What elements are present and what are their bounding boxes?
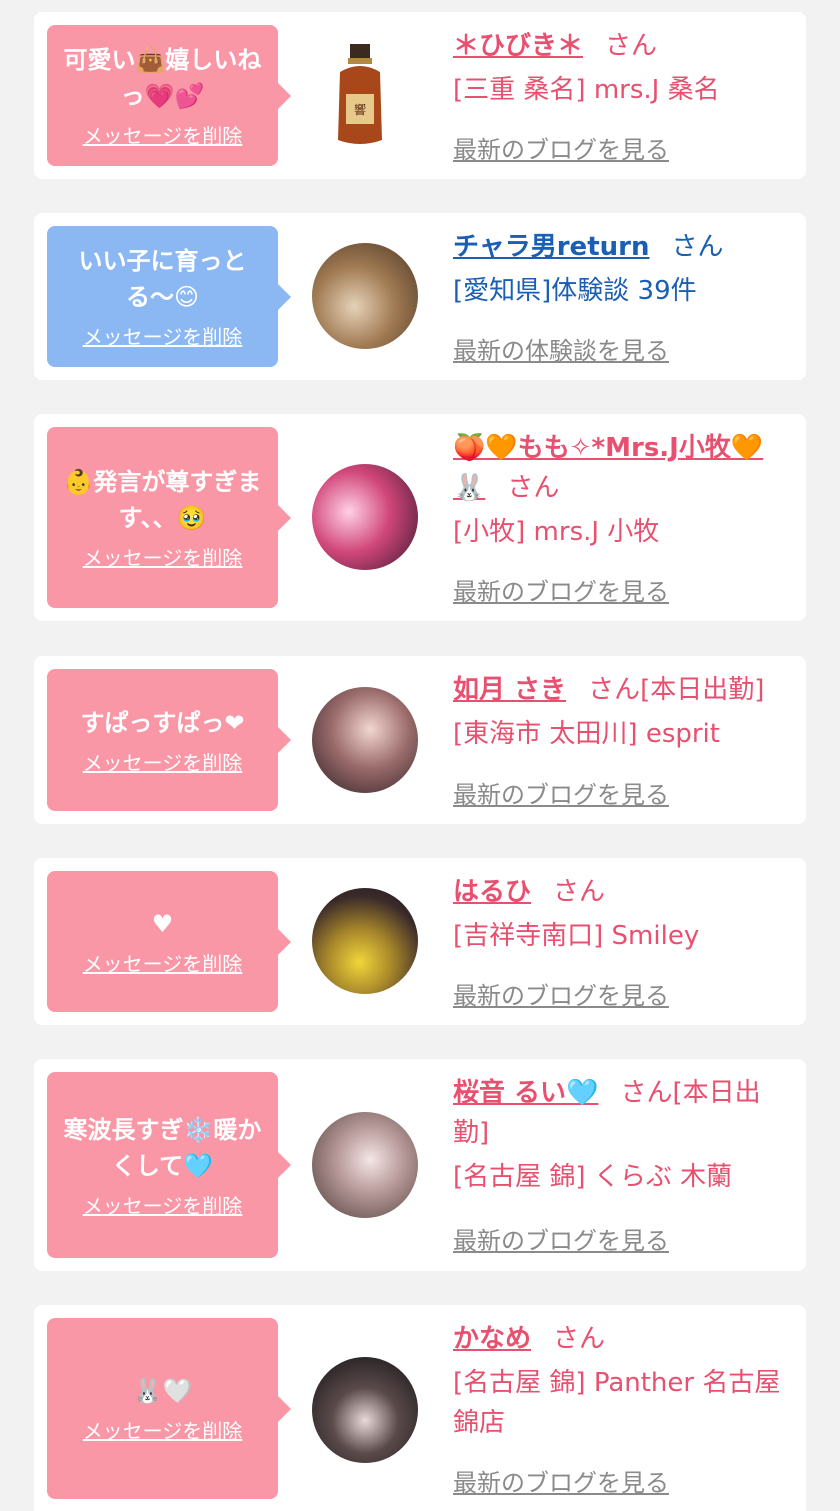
list-item: 🐰🤍 メッセージを削除 かなめ さん [名古屋 錦] Panther 名古屋錦店 … [34,1305,806,1511]
delete-message-link[interactable]: メッセージを削除 [83,1190,243,1219]
san-suffix: さん [588,675,641,705]
avatar[interactable] [312,464,418,570]
user-name-link[interactable]: ＊ひびき＊ [453,31,583,61]
list-item: 寒波長すぎ❄️暖かくして🩵 メッセージを削除 桜音 るい🩵 さん[本日出勤] [名… [34,1059,806,1271]
message-text: いい子に育っとる〜😊 [78,247,247,311]
list-item: すぱっすぱっ❤ メッセージを削除 如月 さき さん[本日出勤] [東海市 太田川]… [34,656,806,824]
latest-blog-link[interactable]: 最新のブログを見る [453,1221,669,1256]
list-item: 👶発言が尊すぎます、、🥹 メッセージを削除 🍑🧡もも✧*Mrs.J小牧🧡🐰 さん … [34,414,806,621]
san-suffix: さん [605,31,658,61]
message-bubble: 👶発言が尊すぎます、、🥹 メッセージを削除 [47,427,291,608]
message-text: 寒波長すぎ❄️暖かくして🩵 [63,1115,262,1180]
shop-info: [三重 桑名] mrs.J 桑名 [453,75,720,105]
latest-blog-link[interactable]: 最新のブログを見る [453,130,669,165]
avatar[interactable] [312,1357,418,1463]
user-name-link[interactable]: チャラ男return [453,232,649,262]
delete-message-link[interactable]: メッセージを削除 [83,747,243,776]
delete-message-link[interactable]: メッセージを削除 [83,948,243,977]
shop-info: [名古屋 錦] くらぶ 木蘭 [453,1162,733,1192]
latest-blog-link[interactable]: 最新のブログを見る [453,976,669,1011]
avatar[interactable]: 響 [330,44,390,148]
shop-info: [東海市 太田川] esprit [453,719,720,749]
list-item: ♥ メッセージを削除 はるひ さん [吉祥寺南口] Smiley 最新のブログを見… [34,858,806,1025]
message-text: 🐰🤍 [132,1377,193,1405]
message-text: すぱっすぱっ❤ [80,708,245,737]
user-name-link[interactable]: 如月 さき [453,675,566,705]
delete-message-link[interactable]: メッセージを削除 [83,120,243,149]
avatar[interactable] [312,1112,418,1218]
san-suffix: さん [553,1324,606,1354]
san-suffix: さん [507,473,560,503]
message-list: 可愛い👜嬉しいねっ💗💕 メッセージを削除 響 ＊ひびき＊ さん [三重 桑名] m… [0,0,840,1511]
latest-blog-link[interactable]: 最新のブログを見る [453,775,669,810]
latest-blog-link[interactable]: 最新のブログを見る [453,1463,669,1498]
san-suffix: さん [671,232,724,262]
message-text: ♥ [151,910,174,938]
user-info: チャラ男return さん [愛知県]体験談 39件 [453,227,788,311]
work-status: [本日出勤] [640,675,765,705]
svg-text:響: 響 [354,102,366,117]
user-info: 桜音 るい🩵 さん[本日出勤] [名古屋 錦] くらぶ 木蘭 [453,1073,788,1197]
san-suffix: さん [620,1078,673,1108]
san-suffix: さん [553,877,606,907]
user-info: ＊ひびき＊ さん [三重 桑名] mrs.J 桑名 [453,26,788,110]
avatar[interactable] [312,243,418,349]
message-bubble: 🐰🤍 メッセージを削除 [47,1318,291,1499]
message-text: 可愛い👜嬉しいねっ💗💕 [63,46,262,110]
user-name-link[interactable]: はるひ [453,877,531,907]
shop-info: [吉祥寺南口] Smiley [453,921,700,951]
message-bubble: 可愛い👜嬉しいねっ💗💕 メッセージを削除 [47,25,291,166]
user-info: 🍑🧡もも✧*Mrs.J小牧🧡🐰 さん [小牧] mrs.J 小牧 [453,428,788,552]
delete-message-link[interactable]: メッセージを削除 [83,321,243,350]
user-info: 如月 さき さん[本日出勤] [東海市 太田川] esprit [453,670,788,754]
user-name-link[interactable]: かなめ [453,1324,531,1354]
shop-info: [愛知県]体験談 39件 [453,276,697,306]
latest-review-link[interactable]: 最新の体験談を見る [453,331,669,366]
list-item: いい子に育っとる〜😊 メッセージを削除 チャラ男return さん [愛知県]体験… [34,213,806,380]
message-bubble: ♥ メッセージを削除 [47,871,291,1012]
latest-blog-link[interactable]: 最新のブログを見る [453,572,669,607]
shop-info: [小牧] mrs.J 小牧 [453,517,660,547]
message-bubble: いい子に育っとる〜😊 メッセージを削除 [47,226,291,367]
delete-message-link[interactable]: メッセージを削除 [83,542,243,571]
user-name-link[interactable]: 🍑🧡もも✧*Mrs.J小牧🧡🐰 [453,433,763,503]
message-text: 👶発言が尊すぎます、、🥹 [63,468,262,532]
shop-info: [名古屋 錦] Panther 名古屋錦店 [453,1368,781,1438]
avatar[interactable] [312,888,418,994]
avatar[interactable] [312,687,418,793]
user-info: かなめ さん [名古屋 錦] Panther 名古屋錦店 [453,1319,788,1443]
user-info: はるひ さん [吉祥寺南口] Smiley [453,872,788,956]
message-bubble: すぱっすぱっ❤ メッセージを削除 [47,669,291,811]
message-bubble: 寒波長すぎ❄️暖かくして🩵 メッセージを削除 [47,1072,291,1258]
list-item: 可愛い👜嬉しいねっ💗💕 メッセージを削除 響 ＊ひびき＊ さん [三重 桑名] m… [34,12,806,179]
user-name-link[interactable]: 桜音 るい🩵 [453,1078,598,1108]
delete-message-link[interactable]: メッセージを削除 [83,1415,243,1444]
